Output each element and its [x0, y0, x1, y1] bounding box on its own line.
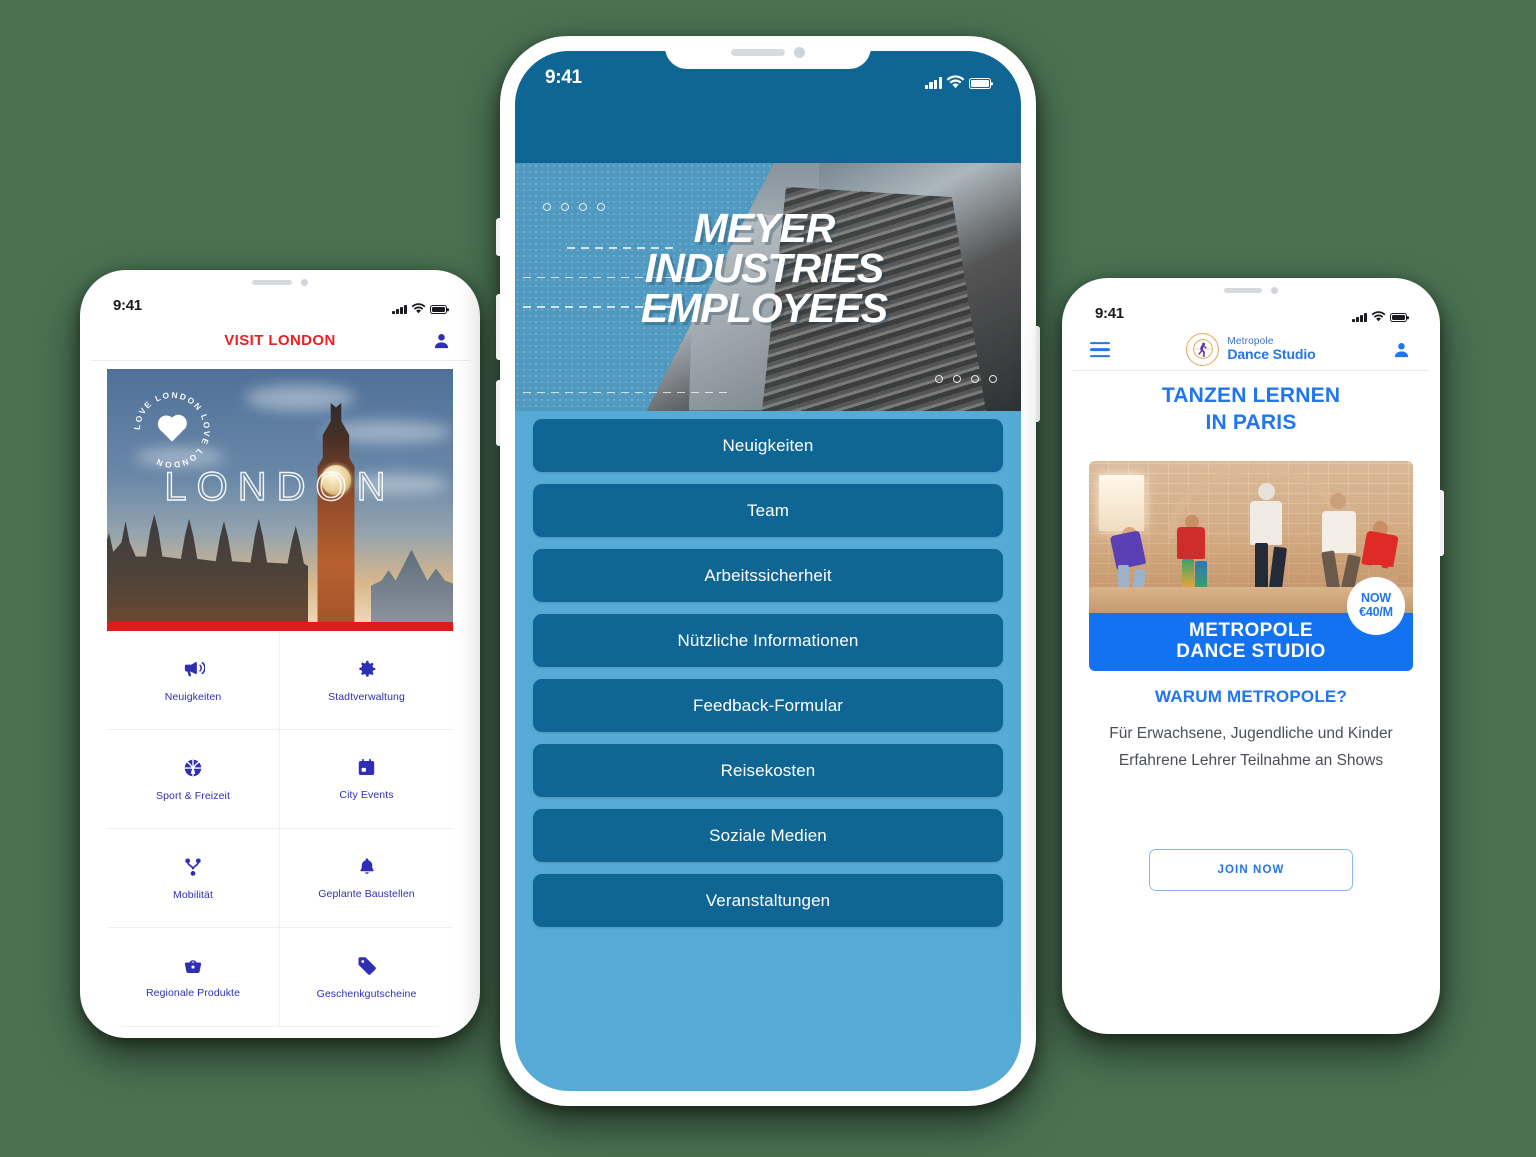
grid-item-label: Neuigkeiten [164, 691, 222, 703]
headline-dance: TANZEN LERNEN IN PARIS [1073, 383, 1429, 437]
battery-icon [1390, 313, 1407, 322]
logo-line-2: Dance Studio [1227, 346, 1316, 363]
menu-button-soziale-medien[interactable]: Soziale Medien [533, 809, 1003, 862]
menu-button-arbeitssicherheit[interactable]: Arbeitssicherheit [533, 549, 1003, 602]
menu-button-reisekosten[interactable]: Reisekosten [533, 744, 1003, 797]
decorative-dots-bottom [935, 375, 997, 383]
bell-icon [359, 858, 374, 874]
tag-icon [357, 956, 376, 975]
screenshot-stage: 9:41 VISIT LONDON LONDON LOVE LONDON LOV… [0, 0, 1536, 1157]
banner-line-1: METROPOLE [1189, 620, 1313, 642]
earpiece-speaker [252, 279, 292, 285]
dance-logo-text: Metropole Dance Studio [1227, 336, 1316, 363]
promo-card[interactable]: METROPOLE DANCE STUDIO NOW €40/M [1089, 461, 1413, 671]
gear-icon [358, 660, 375, 677]
headline-line-2: IN PARIS [1205, 410, 1297, 434]
front-camera [1271, 286, 1278, 294]
signal-icon [1352, 312, 1367, 322]
status-icons [392, 303, 447, 314]
price-line-1: NOW [1361, 591, 1391, 606]
grid-item-stadtverwaltung[interactable]: Stadtverwaltung [280, 631, 453, 730]
wifi-icon [1371, 311, 1386, 322]
earpiece-speaker [1224, 287, 1262, 293]
grid-item-neuigkeiten[interactable]: Neuigkeiten [107, 631, 280, 730]
notch [1179, 278, 1323, 302]
price-line-2: €40/M [1359, 605, 1393, 619]
menu-button-neuigkeiten[interactable]: Neuigkeiten [533, 419, 1003, 472]
grid-item-label: Stadtverwaltung [328, 690, 405, 703]
screen-visit-london: 9:41 VISIT LONDON LONDON LOVE LONDON LOV… [91, 281, 469, 1027]
grid-item-city-events[interactable]: City Events [280, 730, 453, 829]
hero-title-line-2: INDUSTRIES [644, 244, 884, 291]
share-nodes-icon [185, 857, 201, 876]
volume-up-button[interactable] [496, 294, 500, 360]
love-london-badge: LOVE LONDON LOVE LONDON [129, 387, 215, 473]
app-bar-london: VISIT LONDON [91, 321, 469, 361]
hamburger-icon[interactable] [1090, 341, 1110, 358]
user-icon[interactable] [1392, 340, 1411, 359]
grid-item-geschenkgutscheine[interactable]: Geschenkgutscheine [280, 928, 453, 1027]
notch [665, 36, 871, 69]
front-camera [794, 47, 805, 58]
hero-title: MEYER INDUSTRIES EMPLOYEES [515, 205, 1013, 331]
section-title-why: WARUM METROPOLE? [1154, 687, 1348, 706]
silent-switch[interactable] [496, 218, 500, 256]
headline-line-1: TANZEN LERNEN [1161, 384, 1341, 407]
menu-button-feedback-formular[interactable]: Feedback-Formular [533, 679, 1003, 732]
power-button[interactable] [1440, 490, 1444, 556]
banner-line-2: DANCE STUDIO [1176, 641, 1326, 662]
app-bar-dance: Metropole Dance Studio [1073, 329, 1429, 371]
wifi-icon [411, 303, 426, 314]
basket-icon [184, 959, 202, 973]
section-description: Für Erwachsene, Jugendliche und Kinder E… [1109, 725, 1393, 769]
earpiece-speaker [731, 49, 785, 56]
grid-item-label: Sport & Freizeit [156, 789, 230, 802]
status-icons [1352, 311, 1407, 322]
screen-dance: 9:41 Metropole Dance Studio TANZEN LERNE… [1073, 289, 1429, 1023]
menu-list-meyer: Neuigkeiten Team Arbeitssicherheit Nützl… [515, 419, 1021, 1091]
screen-meyer: 9:41 MEYER INDUSTRIES EMPLOYEES Neuigkei… [515, 51, 1021, 1091]
grid-item-label: Geschenkgutscheine [316, 987, 417, 1000]
price-badge: NOW €40/M [1347, 577, 1405, 635]
hero-banner-meyer: MEYER INDUSTRIES EMPLOYEES [515, 163, 1021, 411]
hero-accent-bar [107, 622, 453, 631]
volume-down-button[interactable] [496, 380, 500, 446]
hero-image-london: LONDON LOVE LONDON LOVE LONDON [107, 369, 453, 631]
signal-icon [392, 304, 407, 314]
hero-title-line-3: EMPLOYEES [640, 284, 888, 331]
battery-icon [430, 305, 447, 314]
decorative-baseline [523, 391, 733, 393]
dancer-circle-icon [1186, 333, 1220, 366]
grid-item-label: City Events [339, 789, 394, 801]
menu-button-nuetzliche-informationen[interactable]: Nützliche Informationen [533, 614, 1003, 667]
menu-button-team[interactable]: Team [533, 484, 1003, 537]
grid-item-label: Geplante Baustellen [318, 888, 415, 900]
page-title: VISIT LONDON [224, 332, 336, 349]
user-icon[interactable] [432, 331, 451, 350]
power-button[interactable] [1036, 326, 1040, 422]
calendar-icon [358, 758, 375, 776]
front-camera [301, 278, 308, 286]
basketball-icon [184, 759, 202, 776]
menu-grid-london: Neuigkeiten Stadtverwaltung Sport & Frei… [107, 631, 453, 1027]
grid-item-mobilitaet[interactable]: Mobilität [107, 829, 280, 928]
grid-item-label: Regionale Produkte [145, 986, 241, 999]
megaphone-icon [184, 661, 205, 677]
phone-meyer-industries: 9:41 MEYER INDUSTRIES EMPLOYEES Neuigkei… [496, 36, 1040, 1106]
hero-title-line-1: MEYER [693, 205, 836, 251]
notch [205, 270, 355, 294]
phone-metropole-dance: 9:41 Metropole Dance Studio TANZEN LERNE… [1062, 278, 1444, 1034]
status-time: 9:41 [113, 297, 142, 314]
status-time: 9:41 [1095, 305, 1124, 322]
join-now-button[interactable]: JOIN NOW [1149, 849, 1353, 891]
grid-item-sport-freizeit[interactable]: Sport & Freizeit [107, 730, 280, 829]
menu-button-veranstaltungen[interactable]: Veranstaltungen [533, 874, 1003, 927]
phone-visit-london: 9:41 VISIT LONDON LONDON LOVE LONDON LOV… [80, 270, 480, 1038]
grid-item-geplante-baustellen[interactable]: Geplante Baustellen [280, 829, 453, 928]
grid-item-label: Mobilität [173, 888, 213, 901]
grid-item-regionale-produkte[interactable]: Regionale Produkte [107, 928, 280, 1027]
